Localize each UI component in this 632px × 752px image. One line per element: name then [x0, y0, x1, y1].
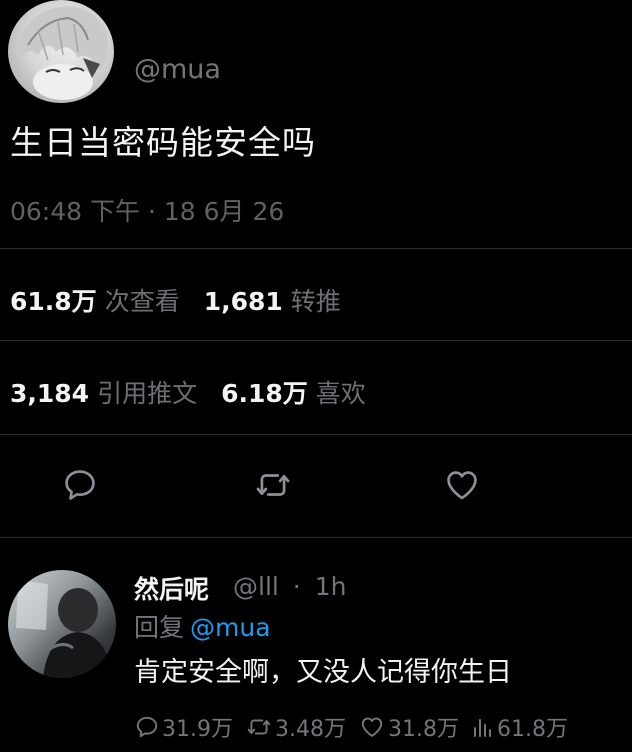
quotes-count[interactable]: 3,184 — [10, 379, 89, 408]
reply-text: 肯定安全啊，又没人记得你生日 — [134, 657, 512, 688]
reply-time[interactable]: 1h — [315, 572, 347, 601]
reply-author-meta: @lll · 1h — [233, 572, 346, 601]
reply-author-name[interactable]: 然后呢 — [134, 570, 209, 606]
speech-bubble-icon — [136, 716, 158, 738]
likes-count[interactable]: 6.18万 — [221, 379, 308, 408]
speech-bubble-icon — [65, 470, 95, 500]
reply-reply-button[interactable]: 31.9万 — [134, 711, 233, 743]
retweet-icon — [247, 719, 271, 735]
replying-to-mention[interactable]: @mua — [190, 613, 271, 642]
reply-retweets-count: 3.48万 — [275, 717, 346, 742]
reply-retweet-button[interactable]: 3.48万 — [245, 711, 346, 743]
reply-button[interactable] — [58, 463, 102, 507]
reply-replies-count: 31.9万 — [162, 717, 233, 742]
reply-views-button[interactable]: 61.8万 — [471, 711, 568, 743]
divider — [0, 340, 632, 341]
stats-row-quotes-likes: 3,184 引用推文 6.18万 喜欢 — [10, 374, 366, 410]
likes-label[interactable]: 喜欢 — [316, 379, 366, 408]
separator-dot: · — [292, 572, 301, 601]
reply-likes-count: 31.8万 — [388, 717, 459, 742]
reply-author-handle[interactable]: @lll — [233, 572, 279, 601]
bar-chart-icon — [474, 719, 491, 737]
tweet-timestamp[interactable]: 06:48 下午 · 18 6月 26 — [10, 192, 284, 228]
tweet-text: 生日当密码能安全吗 — [10, 123, 316, 162]
replying-prefix: 回复 — [134, 613, 185, 642]
divider — [0, 434, 632, 435]
views-label[interactable]: 次查看 — [105, 287, 180, 316]
heart-icon — [361, 717, 383, 737]
stats-row-views-retweets: 61.8万 次查看 1,681 转推 — [10, 282, 341, 318]
like-button[interactable] — [440, 463, 484, 507]
author-handle[interactable]: @mua — [134, 54, 221, 85]
views-count[interactable]: 61.8万 — [10, 287, 97, 316]
divider — [0, 537, 632, 538]
anime-avatar-image — [16, 6, 108, 100]
reply-author-avatar[interactable] — [8, 570, 116, 678]
heart-icon — [447, 471, 477, 500]
person-photo-avatar — [16, 580, 112, 678]
quotes-label[interactable]: 引用推文 — [97, 379, 197, 408]
reply-views-count: 61.8万 — [497, 717, 568, 742]
retweets-label[interactable]: 转推 — [291, 287, 341, 316]
reply-action-bar: 31.9万 3.48万 31.8万 61.8万 — [134, 710, 580, 744]
retweets-count[interactable]: 1,681 — [204, 287, 283, 316]
retweet-icon — [256, 474, 290, 496]
divider — [0, 248, 632, 249]
reply-like-button[interactable]: 31.8万 — [358, 711, 459, 743]
replying-to: 回复 @mua — [134, 608, 271, 644]
retweet-button[interactable] — [251, 463, 295, 507]
author-avatar[interactable] — [8, 0, 114, 103]
